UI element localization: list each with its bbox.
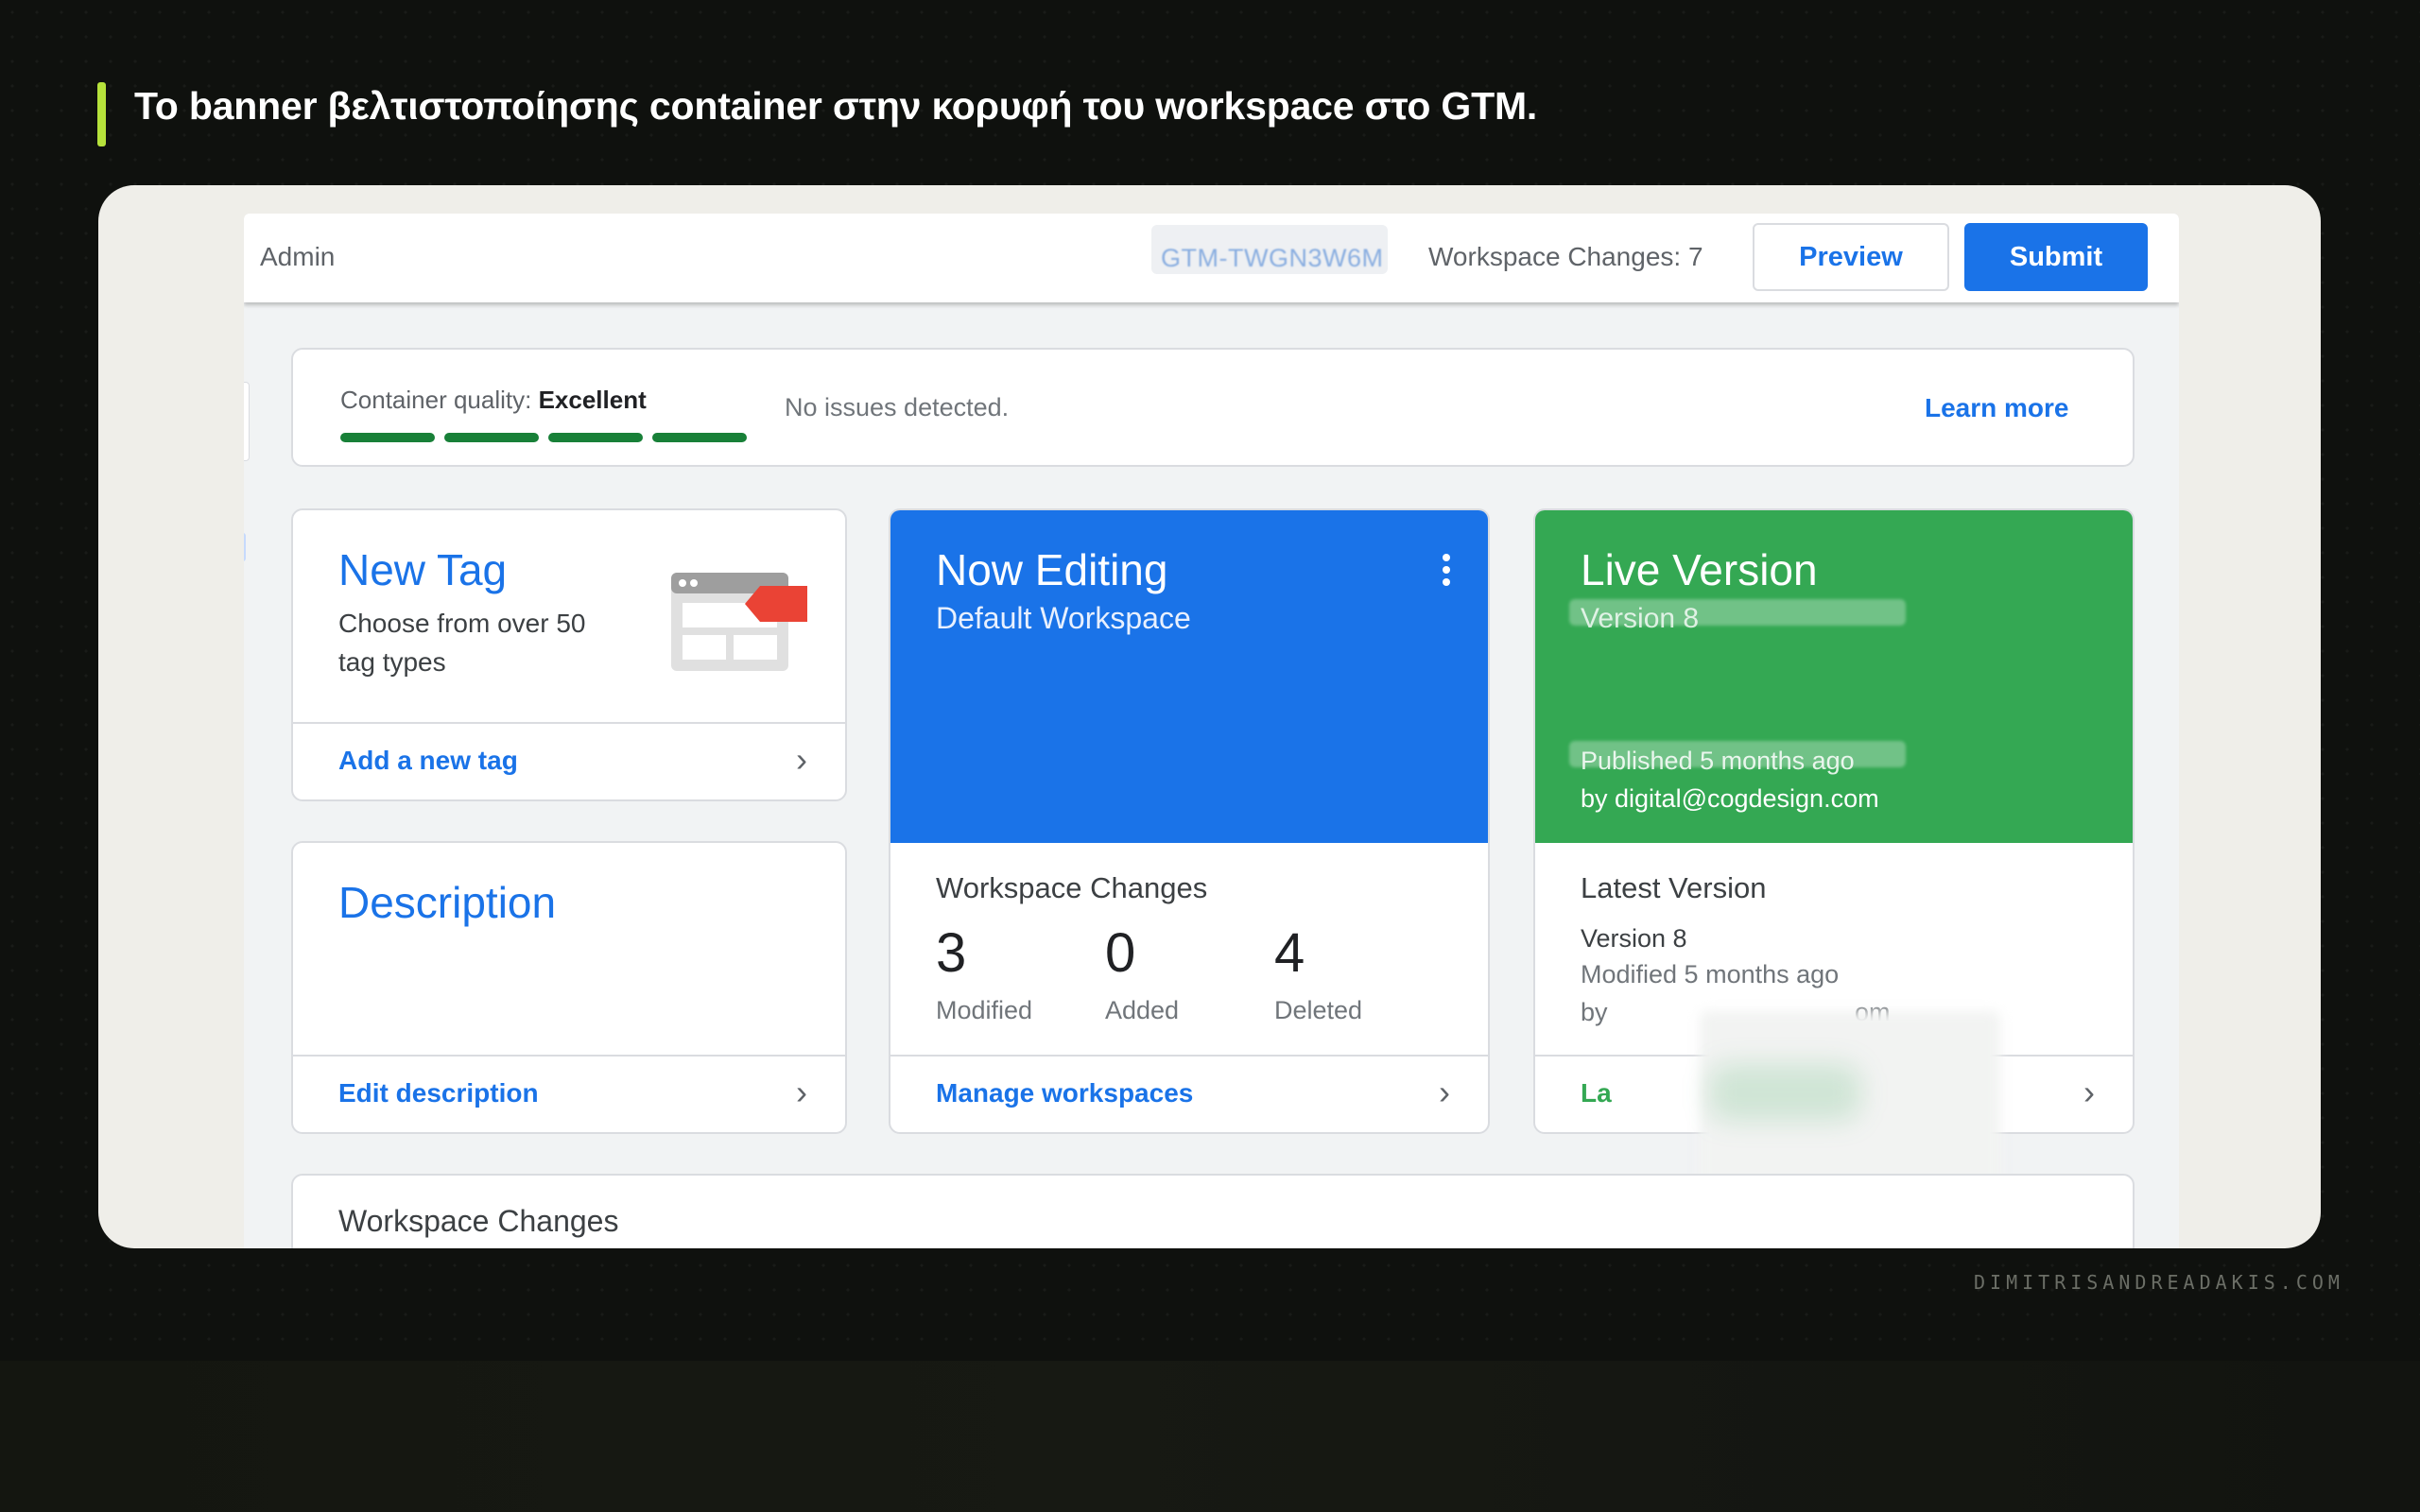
description-card[interactable]: Description Edit description ›	[291, 841, 847, 1134]
learn-more-link[interactable]: Learn more	[1925, 393, 2069, 423]
live-version-title: Live Version	[1581, 545, 1818, 594]
now-editing-header: Now Editing Default Workspace	[890, 510, 1488, 843]
gtm-workspace: Admin GTM-TWGN3W6M Workspace Changes: 7 …	[244, 214, 2179, 1248]
headline-accent-bar	[97, 82, 106, 146]
container-id-chip[interactable]: GTM-TWGN3W6M	[1151, 225, 1388, 274]
site-watermark: DIMITRISANDREADAKIS.COM	[1974, 1271, 2344, 1294]
bottom-band	[0, 1361, 2420, 1512]
quality-meter	[340, 433, 747, 442]
stat-added: 0 Added	[1105, 926, 1179, 1025]
screenshot-frame: Admin GTM-TWGN3W6M Workspace Changes: 7 …	[98, 185, 2321, 1248]
container-quality-label: Container quality: Excellent	[340, 386, 647, 415]
latest-version-title: Latest Version	[1581, 871, 1767, 904]
live-version-number: Version 8	[1581, 603, 1700, 634]
published-by: by digital@cogdesign.com	[1581, 784, 1879, 813]
sidebar-edge-highlight	[244, 533, 246, 561]
edit-description-link[interactable]: Edit description	[338, 1078, 539, 1108]
chevron-right-icon: ›	[2083, 1073, 2095, 1111]
container-quality-banner: Container quality: Excellent No issues d…	[291, 348, 2135, 467]
quality-issues-text: No issues detected.	[785, 393, 1010, 421]
now-editing-footer[interactable]: Manage workspaces ›	[890, 1055, 1488, 1132]
stat-label: Modified	[936, 996, 1033, 1024]
quality-bar	[340, 433, 435, 442]
by-start: by	[1581, 998, 1608, 1026]
new-tag-subtitle: Choose from over 50 tag types	[338, 609, 586, 677]
manage-workspaces-link[interactable]: Manage workspaces	[936, 1078, 1193, 1108]
live-version-header: Live Version Version 8 Published 5 month…	[1535, 510, 2133, 843]
quality-bar	[444, 433, 539, 442]
latest-version-number: Version 8	[1581, 924, 1687, 953]
submit-button[interactable]: Submit	[1964, 223, 2148, 291]
stat-value: 4	[1274, 922, 1305, 984]
chevron-right-icon: ›	[796, 740, 807, 779]
new-tag-footer[interactable]: Add a new tag ›	[293, 722, 845, 799]
blur-redaction-tint	[1709, 1064, 1860, 1121]
now-editing-card: Now Editing Default Workspace Workspace …	[889, 508, 1490, 1134]
description-title: Description	[338, 878, 557, 927]
add-new-tag-link[interactable]: Add a new tag	[338, 746, 518, 776]
now-editing-title: Now Editing	[936, 545, 1168, 594]
stat-value: 0	[1105, 922, 1136, 984]
published-time: Published 5 months ago	[1581, 747, 1855, 775]
stat-value: 3	[936, 922, 967, 984]
container-id: GTM-TWGN3W6M	[1161, 244, 1384, 272]
quality-bar	[652, 433, 747, 442]
quality-value: Excellent	[538, 386, 647, 414]
tag-template-icon	[671, 573, 807, 671]
stat-modified: 3 Modified	[936, 926, 1032, 1025]
workspace-name: Default Workspace	[936, 601, 1191, 635]
stat-label: Deleted	[1274, 996, 1363, 1024]
admin-tab[interactable]: Admin	[260, 242, 335, 272]
new-tag-card[interactable]: New Tag Choose from over 50 tag types Ad…	[291, 508, 847, 801]
quality-bar	[548, 433, 643, 442]
more-vert-icon[interactable]	[1443, 554, 1450, 591]
workspace-changes-count: Workspace Changes: 7	[1428, 242, 1703, 271]
new-tag-title: New Tag	[338, 545, 508, 594]
latest-version-modified: Modified 5 months ago	[1581, 960, 1840, 988]
latest-version-by: byom	[1581, 998, 1891, 1027]
workspace-changes-title: Workspace Changes	[936, 871, 1208, 904]
chevron-right-icon: ›	[796, 1073, 807, 1111]
gtm-topbar: Admin GTM-TWGN3W6M Workspace Changes: 7 …	[244, 214, 2179, 302]
stat-label: Added	[1105, 996, 1180, 1024]
headline: Το banner βελτιστοποίησης container στην…	[134, 84, 1538, 128]
sidebar-edge	[244, 382, 250, 461]
workspace-changes-panel-title: Workspace Changes	[338, 1204, 619, 1238]
preview-button[interactable]: Preview	[1753, 223, 1949, 291]
description-footer[interactable]: Edit description ›	[293, 1055, 845, 1132]
workspace-changes-panel: Workspace Changes	[291, 1174, 2135, 1248]
quality-label-text: Container quality:	[340, 386, 532, 414]
stat-deleted: 4 Deleted	[1274, 926, 1362, 1025]
chevron-right-icon: ›	[1439, 1073, 1450, 1111]
latest-version-link[interactable]: La	[1581, 1078, 1612, 1108]
